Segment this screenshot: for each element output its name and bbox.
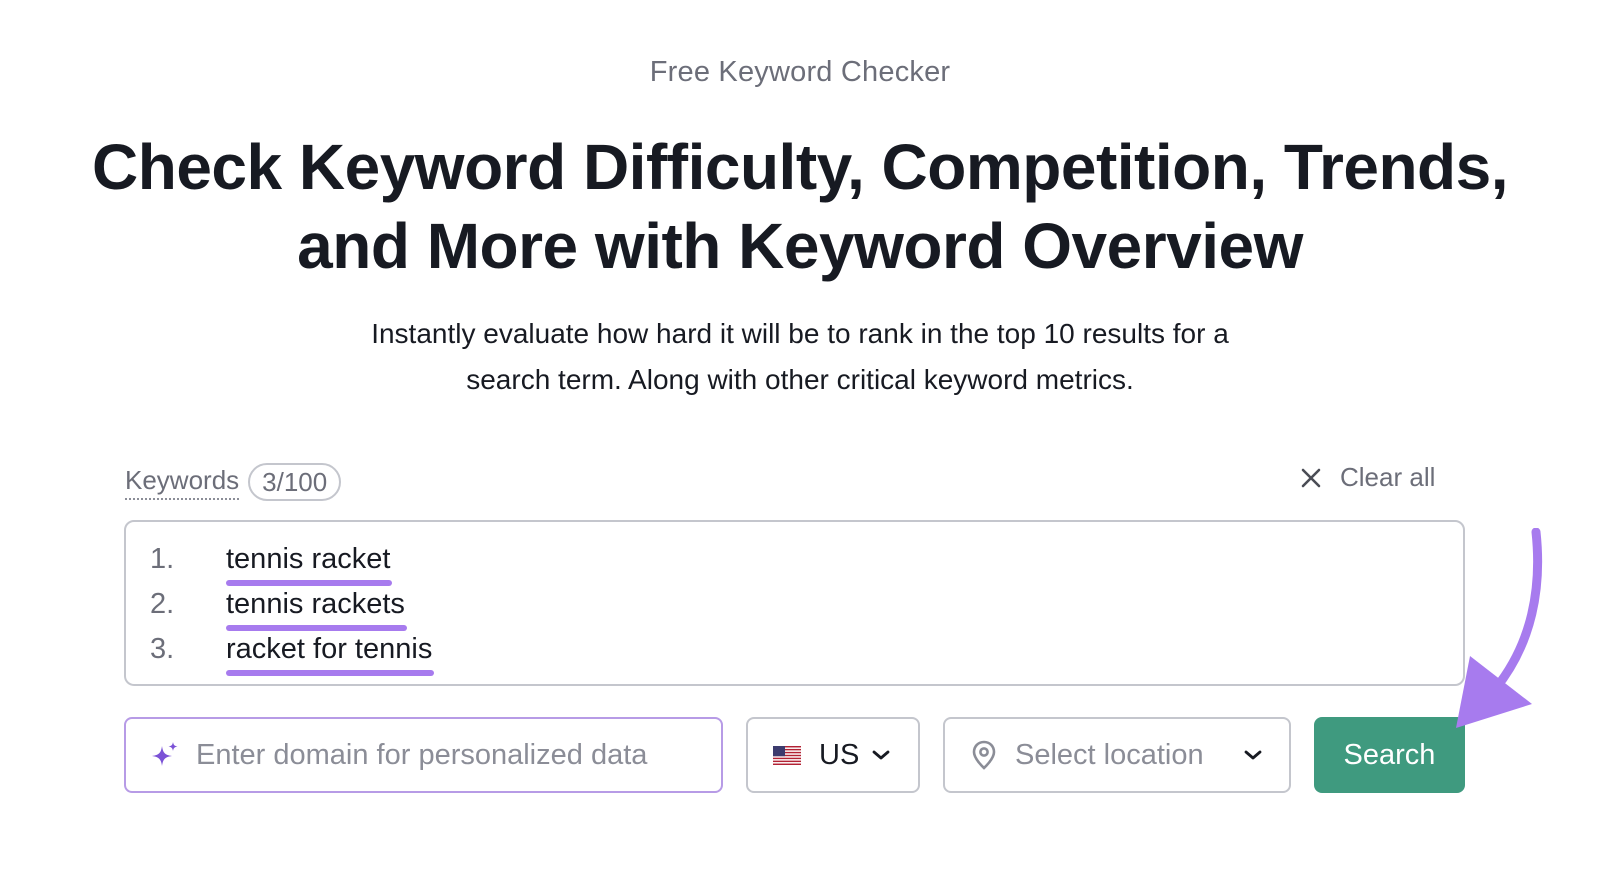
page-title-line-2: and More with Keyword Overview (297, 210, 1303, 282)
keyword-text: tennis racket (226, 542, 393, 586)
location-pin-icon (972, 740, 996, 770)
sparkle-icon (152, 742, 178, 766)
page-title: Check Keyword Difficulty, Competition, T… (20, 128, 1580, 286)
page-title-line-1: Check Keyword Difficulty, Competition, T… (92, 131, 1509, 203)
domain-field-wrapper[interactable] (124, 717, 723, 793)
annotation-arrow-icon (1456, 528, 1543, 728)
list-item: 2. tennis rackets (150, 584, 407, 631)
clear-all-label: Clear all (1340, 462, 1436, 492)
list-item: 3. racket for tennis (150, 629, 435, 676)
clear-all-button[interactable]: Clear all (1300, 462, 1435, 493)
keyword-number: 1. (150, 542, 175, 575)
keyword-number: 3. (150, 632, 175, 665)
us-flag-icon (773, 745, 801, 765)
page-description-line-1: Instantly evaluate how hard it will be t… (371, 318, 1229, 349)
keywords-count-badge: 3/100 (248, 463, 342, 501)
page-description-line-2: search term. Along with other critical k… (466, 364, 1134, 395)
chevron-down-icon (1244, 750, 1262, 760)
search-button[interactable]: Search (1314, 717, 1465, 793)
keyword-number: 2. (150, 587, 175, 620)
page-description: Instantly evaluate how hard it will be t… (250, 311, 1350, 403)
location-placeholder: Select location (1015, 738, 1204, 771)
list-item: 1. tennis racket (150, 539, 393, 586)
eyebrow-text: Free Keyword Checker (649, 56, 951, 88)
chevron-down-icon (872, 750, 890, 760)
close-icon (1300, 467, 1322, 489)
location-select[interactable]: Select location (943, 717, 1291, 793)
keyword-text: racket for tennis (226, 632, 435, 676)
country-select[interactable]: US (746, 717, 920, 793)
keywords-label[interactable]: Keywords (125, 465, 240, 500)
country-code: US (819, 738, 860, 771)
keyword-text: tennis rackets (226, 587, 407, 631)
keywords-label-group: Keywords 3/100 (125, 463, 342, 501)
domain-input[interactable] (196, 738, 706, 772)
keywords-textarea[interactable]: 1. tennis racket 2. tennis rackets 3. ra… (124, 520, 1465, 686)
